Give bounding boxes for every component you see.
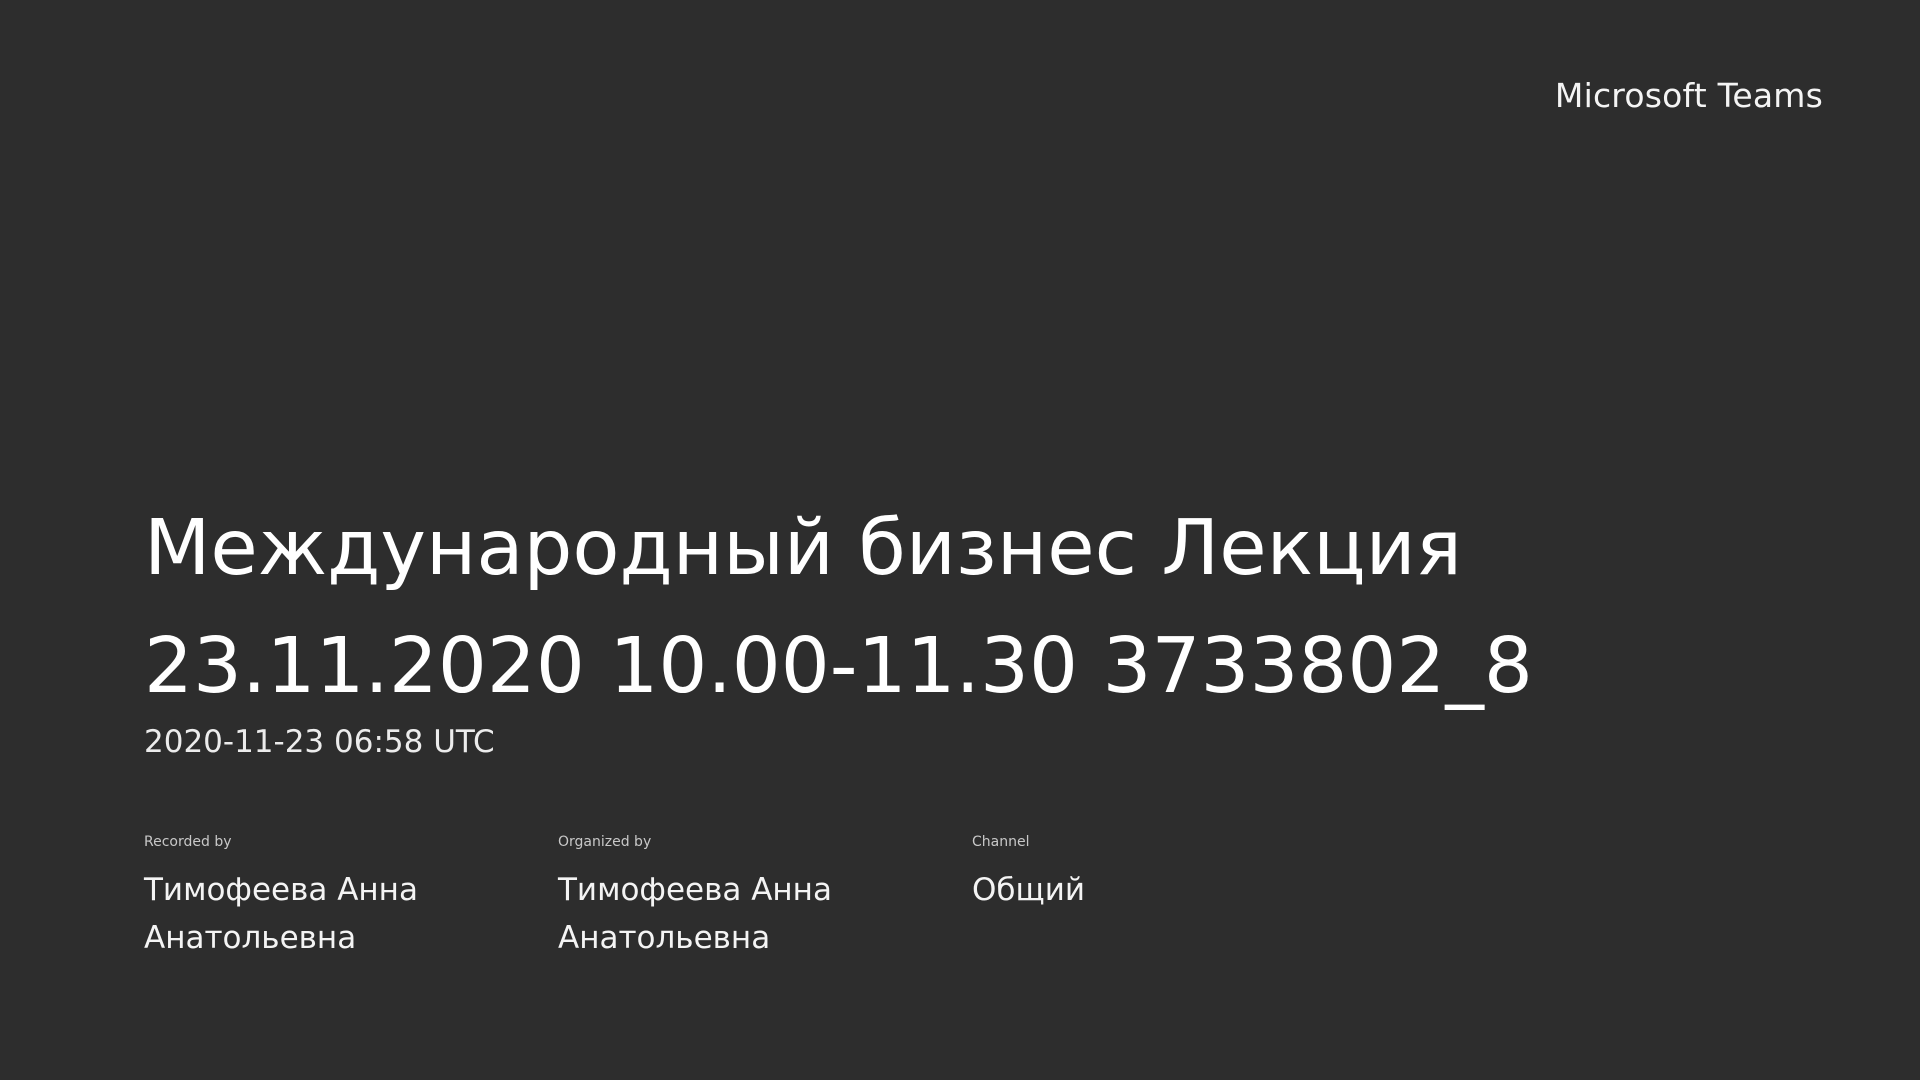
- recorded-by-label: Recorded by: [144, 834, 232, 850]
- recording-metadata: Recorded by Тимофеева Анна Анатольевна O…: [144, 834, 1386, 962]
- recorded-by-section: Recorded by Тимофеева Анна Анатольевна: [144, 834, 558, 962]
- recording-title: Международный бизнес Лекция 23.11.2020 1…: [144, 504, 1533, 711]
- organized-by-label: Organized by: [558, 834, 652, 850]
- organized-by-section: Organized by Тимофеева Анна Анатольевна: [558, 834, 972, 962]
- recording-title-card: Microsoft Teams Международный бизнес Лек…: [0, 0, 1920, 1080]
- brand-label: Microsoft Teams: [1554, 76, 1823, 115]
- channel-label: Channel: [972, 834, 1030, 850]
- organized-by-value: Тимофеева Анна Анатольевна: [558, 872, 832, 956]
- recorded-by-value: Тимофеева Анна Анатольевна: [144, 872, 418, 956]
- recording-timestamp: 2020-11-23 06:58 UTC: [144, 724, 495, 760]
- channel-section: Channel Общий: [972, 834, 1386, 962]
- channel-value: Общий: [972, 872, 1086, 908]
- recording-info: Международный бизнес Лекция 23.11.2020 1…: [144, 490, 1784, 760]
